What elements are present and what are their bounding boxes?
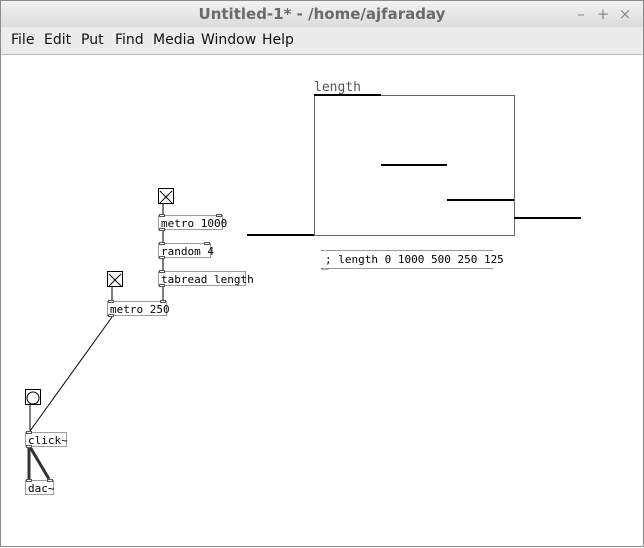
object-tabread-length-label: tabread length (161, 273, 254, 286)
object-click[interactable]: click~ (25, 431, 68, 448)
object-metro-1000[interactable]: metro 1000 (158, 214, 227, 231)
inlet (159, 270, 165, 273)
toggle-x-icon (159, 190, 173, 204)
outlet (108, 314, 114, 317)
outlet (26, 445, 32, 448)
array-point (247, 234, 314, 236)
outlet (159, 284, 165, 287)
array-point (380, 164, 448, 166)
outlet (159, 228, 165, 231)
object-metro-250-label: metro 250 (110, 303, 170, 316)
inlet (108, 300, 114, 303)
inlet (204, 242, 210, 245)
array-point (447, 199, 514, 201)
object-tabread-length[interactable]: tabread length (158, 270, 254, 287)
inlet (47, 479, 53, 482)
object-dac-label: dac~ (28, 482, 55, 495)
toggle-metro250[interactable] (107, 271, 123, 287)
array-name-label: length (314, 80, 361, 95)
array-point (514, 216, 581, 219)
inlet (26, 479, 32, 482)
outlet (159, 256, 165, 259)
message-box[interactable]: ; length 0 1000 500 250 125 (321, 251, 516, 268)
object-random-4-label: random 4 (161, 245, 214, 258)
cord-click-dac-right (28, 446, 51, 480)
object-dac[interactable]: dac~ (25, 479, 55, 495)
bang-circle-icon (26, 391, 40, 405)
bang-button[interactable] (25, 389, 41, 405)
inlet (159, 214, 165, 217)
cord-metro250-click (29, 316, 113, 432)
toggle-x-icon (108, 273, 122, 287)
pd-patch-window: Untitled-1* - /home/ajfaraday – + × File… (0, 0, 644, 547)
object-random-4[interactable]: random 4 (158, 242, 214, 259)
object-metro-1000-label: metro 1000 (161, 217, 228, 230)
object-metro-250[interactable]: metro 250 (107, 300, 170, 317)
inlet (26, 431, 32, 434)
object-click-label: click~ (28, 434, 68, 447)
toggle-metro1000[interactable] (158, 188, 174, 204)
inlet (159, 242, 165, 245)
array-point (314, 94, 381, 96)
inlet (216, 214, 222, 217)
inlet (160, 300, 166, 303)
